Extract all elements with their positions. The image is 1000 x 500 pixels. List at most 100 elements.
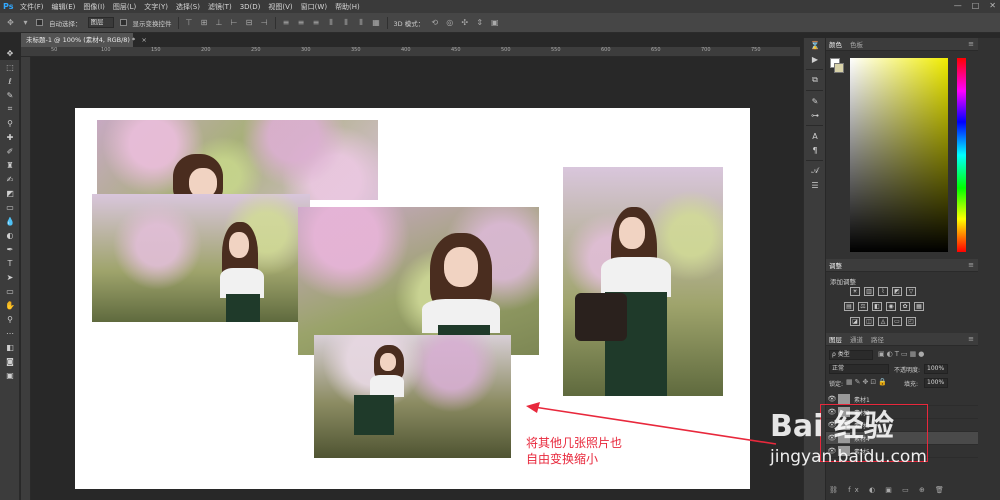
move-tool-icon[interactable]: ✥ (6, 18, 15, 27)
photo-layer-1[interactable] (97, 120, 378, 200)
distribute-bottom-icon[interactable]: ≡ (312, 18, 321, 27)
photo-layer-2[interactable] (92, 194, 310, 322)
background-color-swatch[interactable] (834, 63, 844, 73)
align-right-icon[interactable]: ⊣ (260, 18, 269, 27)
close-tab-icon[interactable]: × (141, 36, 146, 44)
brightness-icon[interactable]: ☀ (850, 287, 860, 296)
posterize-icon[interactable]: ◫ (864, 317, 874, 326)
photo-filter-icon[interactable]: ◉ (886, 302, 896, 311)
stamp-tool-icon[interactable]: ♜ (0, 158, 20, 172)
3d-slide-icon[interactable]: ⇕ (475, 18, 484, 27)
move-tool-icon[interactable]: ✥ (0, 46, 20, 60)
menu-edit[interactable]: 编辑(E) (52, 2, 76, 12)
glyphs-icon[interactable]: 𝒜 (804, 164, 826, 178)
brush-tool-icon[interactable]: ✐ (0, 144, 20, 158)
panel-menu-icon[interactable]: ≡ (968, 261, 974, 269)
hue-saturation-icon[interactable]: ▤ (844, 302, 854, 311)
menu-layer[interactable]: 图层(L) (113, 2, 136, 12)
character-icon[interactable]: A (804, 129, 826, 143)
distribute-left-icon[interactable]: ⦀ (327, 18, 336, 27)
fill-input[interactable]: 100% (924, 378, 948, 388)
photo-layer-3[interactable] (298, 207, 539, 355)
blend-mode-dropdown[interactable]: 正常 (829, 364, 889, 374)
3d-rotate-icon[interactable]: ⟲ (430, 18, 439, 27)
quick-select-tool-icon[interactable]: ✎ (0, 88, 20, 102)
layer-filter-icons[interactable]: ▣◐T▭▦● (878, 350, 926, 358)
curves-icon[interactable]: ⌇ (878, 287, 888, 296)
selective-color-icon[interactable]: ◰ (906, 317, 916, 326)
tab-channels[interactable]: 通道 (850, 334, 863, 344)
minimize-button[interactable]: — (954, 1, 962, 10)
quick-mask-icon[interactable]: ◙ (0, 354, 20, 368)
play-icon[interactable]: ▶ (804, 52, 826, 66)
hand-tool-icon[interactable]: ✋ (0, 298, 20, 312)
distribute-hcenter-icon[interactable]: ⦀ (342, 18, 351, 27)
align-top-icon[interactable]: ⊤ (185, 18, 194, 27)
menu-3d[interactable]: 3D(D) (240, 3, 261, 11)
brush-settings-icon[interactable]: ✎ (804, 94, 826, 108)
document-tab[interactable]: 未标题-1 @ 100% (素材4, RGB/8) * × (21, 33, 147, 47)
tab-color[interactable]: 颜色 (829, 39, 842, 49)
layer-footer-icons[interactable]: ⛓ fx ◐ ▣ ▭ ⊕ 🗑 (829, 486, 948, 494)
visibility-eye-icon[interactable]: 👁 (826, 395, 838, 403)
close-button[interactable]: ✕ (989, 1, 996, 10)
panel-menu-icon[interactable]: ≡ (968, 40, 974, 48)
tab-swatches[interactable]: 色板 (850, 39, 863, 49)
eyedropper-tool-icon[interactable]: ⚲ (0, 116, 20, 130)
menu-image[interactable]: 图像(I) (83, 2, 105, 12)
black-white-icon[interactable]: ◧ (872, 302, 882, 311)
eraser-tool-icon[interactable]: ◩ (0, 186, 20, 200)
distribute-top-icon[interactable]: ≡ (282, 18, 291, 27)
menu-window[interactable]: 窗口(W) (301, 2, 327, 12)
tab-adjustments[interactable]: 调整 (829, 260, 842, 270)
zoom-tool-icon[interactable]: ⚲ (0, 312, 20, 326)
lock-icons[interactable]: ▦✎✥⊡🔒 (846, 378, 889, 386)
3d-pan-icon[interactable]: ✣ (460, 18, 469, 27)
properties-icon[interactable]: ☰ (804, 178, 826, 192)
levels-icon[interactable]: ▥ (864, 287, 874, 296)
distribute-vcenter-icon[interactable]: ≡ (297, 18, 306, 27)
dodge-tool-icon[interactable]: ◐ (0, 228, 20, 242)
panel-menu-icon[interactable]: ≡ (968, 335, 974, 343)
invert-icon[interactable]: ◪ (850, 317, 860, 326)
paragraph-icon[interactable]: ¶ (804, 143, 826, 157)
color-lookup-icon[interactable]: ▦ (914, 302, 924, 311)
brush-presets-icon[interactable]: ⊶ (804, 108, 826, 122)
menu-filter[interactable]: 滤镜(T) (208, 2, 232, 12)
auto-select-checkbox[interactable] (36, 19, 43, 26)
history-brush-icon[interactable]: ✍ (0, 172, 20, 186)
auto-align-icon[interactable]: ▦ (372, 18, 381, 27)
clone-source-icon[interactable]: ⧉ (804, 73, 826, 87)
crop-tool-icon[interactable]: ⌗ (0, 102, 20, 116)
show-transform-checkbox[interactable] (119, 19, 127, 26)
3d-scale-icon[interactable]: ▣ (490, 18, 499, 27)
color-field[interactable] (850, 58, 948, 252)
align-vcenter-icon[interactable]: ⊞ (200, 18, 209, 27)
tab-layers[interactable]: 图层 (829, 334, 842, 344)
exposure-icon[interactable]: ◩ (892, 287, 902, 296)
color-balance-icon[interactable]: ⚖ (858, 302, 868, 311)
maximize-button[interactable]: □ (972, 1, 980, 10)
layer-filter-dropdown[interactable]: ρ 类型 (829, 350, 873, 360)
opacity-input[interactable]: 100% (924, 364, 948, 374)
gradient-map-icon[interactable]: ▭ (892, 317, 902, 326)
menu-help[interactable]: 帮助(H) (335, 2, 360, 12)
align-hcenter-icon[interactable]: ⊟ (245, 18, 254, 27)
align-bottom-icon[interactable]: ⊥ (215, 18, 224, 27)
color-swatches-icon[interactable]: ◧ (0, 340, 20, 354)
marquee-tool-icon[interactable]: ⬚ (0, 60, 20, 74)
document-canvas[interactable] (75, 108, 750, 489)
path-select-icon[interactable]: ➤ (0, 270, 20, 284)
type-tool-icon[interactable]: T (0, 256, 20, 270)
lasso-tool-icon[interactable]: ℓ (0, 74, 20, 88)
menu-view[interactable]: 视图(V) (268, 2, 292, 12)
history-icon[interactable]: ⌛ (804, 38, 826, 52)
tool-preset-icon[interactable]: ▾ (21, 18, 30, 27)
3d-roll-icon[interactable]: ◎ (445, 18, 454, 27)
channel-mixer-icon[interactable]: ✿ (900, 302, 910, 311)
vibrance-icon[interactable]: ▽ (906, 287, 916, 296)
menu-select[interactable]: 选择(S) (176, 2, 200, 12)
menu-file[interactable]: 文件(F) (20, 2, 44, 12)
photo-layer-5[interactable] (563, 167, 723, 396)
more-tools-icon[interactable]: ⋯ (0, 326, 20, 340)
